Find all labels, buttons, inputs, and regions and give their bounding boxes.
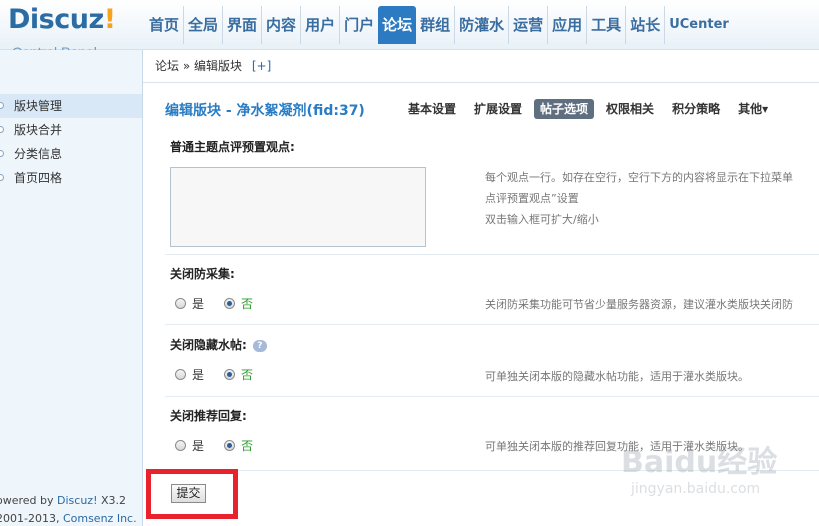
divider bbox=[165, 396, 819, 397]
sidebar-menu: 版块管理版块合并分类信息首页四格 bbox=[0, 94, 142, 190]
hide-water-tip: 可单独关闭本版的隐藏水帖功能，适用于灌水类版块。 bbox=[485, 370, 749, 383]
bullet-icon bbox=[0, 174, 4, 181]
nav-item[interactable]: 门户 bbox=[339, 6, 378, 44]
sidebar-item-label: 版块管理 bbox=[14, 99, 63, 113]
nav-item[interactable]: 用户 bbox=[300, 6, 339, 44]
breadcrumb-current: 编辑版块 bbox=[194, 59, 243, 73]
sidebar: 版块管理版块合并分类信息首页四格 owered by Discuz! X3.2 … bbox=[0, 50, 143, 526]
powered-by-footer: owered by Discuz! X3.2 2001-2013, Comsen… bbox=[0, 494, 137, 525]
page-title: 编辑版块 - 净水絮凝剂(fid:37) bbox=[165, 103, 365, 119]
hide-water-label: 关闭隐藏水帖:? bbox=[170, 336, 267, 353]
anti-collect-no-label[interactable]: 否 bbox=[241, 295, 253, 312]
hide-water-no-radio[interactable] bbox=[224, 369, 236, 380]
nav-item[interactable]: 群组 bbox=[416, 6, 454, 44]
sidebar-item[interactable]: 版块管理 bbox=[0, 94, 142, 118]
sidebar-item[interactable]: 版块合并 bbox=[0, 118, 142, 142]
comsenz-link[interactable]: Comsenz Inc. bbox=[63, 512, 137, 525]
main-panel: 论坛 » 编辑版块 [+] 编辑版块 - 净水絮凝剂(fid:37) 基本设置扩… bbox=[143, 50, 819, 526]
viewpoints-label: 普通主题点评预置观点: bbox=[170, 140, 295, 154]
sidebar-item[interactable]: 分类信息 bbox=[0, 142, 142, 166]
nav-item[interactable]: 运营 bbox=[508, 6, 547, 44]
hide-water-yes-radio[interactable] bbox=[175, 369, 186, 380]
anti-collect-no-radio[interactable] bbox=[224, 298, 236, 309]
viewpoints-textarea[interactable] bbox=[170, 167, 426, 247]
recommend-reply-options: 是 否 bbox=[175, 437, 273, 454]
viewpoints-tip: 每个观点一行。如存在空行，空行下方的内容将显示在下拉菜单 点评预置观点”设置 双… bbox=[485, 171, 793, 226]
anti-collect-yes-radio[interactable] bbox=[175, 298, 186, 309]
nav-item[interactable]: 论坛 bbox=[378, 6, 417, 44]
watermark-logo: Baidu经验 bbox=[621, 445, 778, 480]
anti-collect-label: 关闭防采集: bbox=[170, 267, 235, 281]
bullet-icon bbox=[0, 126, 4, 133]
hide-water-yes-label[interactable]: 是 bbox=[192, 366, 204, 383]
nav-item[interactable]: 首页 bbox=[145, 6, 183, 44]
nav-item[interactable]: 工具 bbox=[586, 6, 625, 44]
settings-tab[interactable]: 帖子选项 bbox=[534, 99, 595, 119]
sidebar-item-label: 分类信息 bbox=[14, 147, 63, 161]
sidebar-item[interactable]: 首页四格 bbox=[0, 166, 142, 190]
anti-collect-yes-label[interactable]: 是 bbox=[192, 295, 204, 312]
settings-tab[interactable]: 积分策略 bbox=[666, 99, 726, 119]
recommend-reply-yes-radio[interactable] bbox=[175, 440, 186, 451]
sidebar-item-label: 首页四格 bbox=[14, 171, 63, 185]
app-root: Discuz! Control Panel 首页全局界面内容用户门户论坛群组防灌… bbox=[0, 0, 819, 526]
sidebar-item-label: 版块合并 bbox=[14, 123, 63, 137]
divider bbox=[165, 254, 819, 255]
settings-tab[interactable]: 扩展设置 bbox=[468, 99, 528, 119]
nav-item[interactable]: 内容 bbox=[261, 6, 300, 44]
anti-collect-options: 是 否 bbox=[175, 295, 273, 312]
add-forum-link[interactable]: [+] bbox=[252, 59, 271, 73]
nav-item[interactable]: UCenter bbox=[664, 6, 733, 44]
recommend-reply-yes-label[interactable]: 是 bbox=[192, 437, 204, 454]
nav-item[interactable]: 防灌水 bbox=[454, 6, 508, 44]
nav-item[interactable]: 界面 bbox=[222, 6, 261, 44]
bullet-icon bbox=[0, 150, 4, 157]
settings-tab[interactable]: 权限相关 bbox=[600, 99, 660, 119]
recommend-reply-label: 关闭推荐回复: bbox=[170, 409, 247, 423]
nav-item[interactable]: 应用 bbox=[547, 6, 586, 44]
anti-collect-tip: 关闭防采集功能可节省少量服务器资源，建议灌水类版块关闭防 bbox=[485, 298, 793, 311]
breadcrumb: 论坛 » 编辑版块 [+] bbox=[143, 50, 819, 83]
recommend-reply-no-label[interactable]: 否 bbox=[241, 437, 253, 454]
divider bbox=[165, 324, 819, 325]
settings-tabs: 基本设置 扩展设置 帖子选项 权限相关 积分策略 其他▾ bbox=[402, 99, 780, 119]
top-header: Discuz! Control Panel 首页全局界面内容用户门户论坛群组防灌… bbox=[0, 0, 819, 60]
hide-water-options: 是 否 bbox=[175, 366, 273, 383]
bullet-icon bbox=[0, 102, 4, 109]
logo-title: Discuz! bbox=[8, 4, 116, 35]
recommend-reply-no-radio[interactable] bbox=[224, 440, 236, 451]
hide-water-no-label[interactable]: 否 bbox=[241, 366, 253, 383]
watermark-url: jingyan.baidu.com bbox=[631, 481, 761, 497]
settings-tab[interactable]: 其他▾ bbox=[732, 99, 774, 119]
baidu-watermark: Baidu经验 jingyan.baidu.com bbox=[621, 437, 819, 517]
title-row: 编辑版块 - 净水絮凝剂(fid:37) 基本设置 扩展设置 帖子选项 权限相关 积分策… bbox=[165, 99, 819, 120]
top-nav: 首页 全局 界面 内容 用户 门户 论坛 群组 防灌水 运营 应用 工具 站长 UCenter bbox=[145, 6, 733, 44]
submit-button[interactable]: 提交 bbox=[171, 484, 206, 503]
discuz-link[interactable]: Discuz! bbox=[57, 494, 97, 507]
nav-item[interactable]: 站长 bbox=[625, 6, 664, 44]
settings-tab[interactable]: 基本设置 bbox=[402, 99, 462, 119]
breadcrumb-separator: » bbox=[182, 59, 191, 73]
breadcrumb-root[interactable]: 论坛 bbox=[155, 59, 179, 73]
help-icon[interactable]: ? bbox=[252, 339, 267, 352]
nav-item[interactable]: 全局 bbox=[183, 6, 222, 44]
